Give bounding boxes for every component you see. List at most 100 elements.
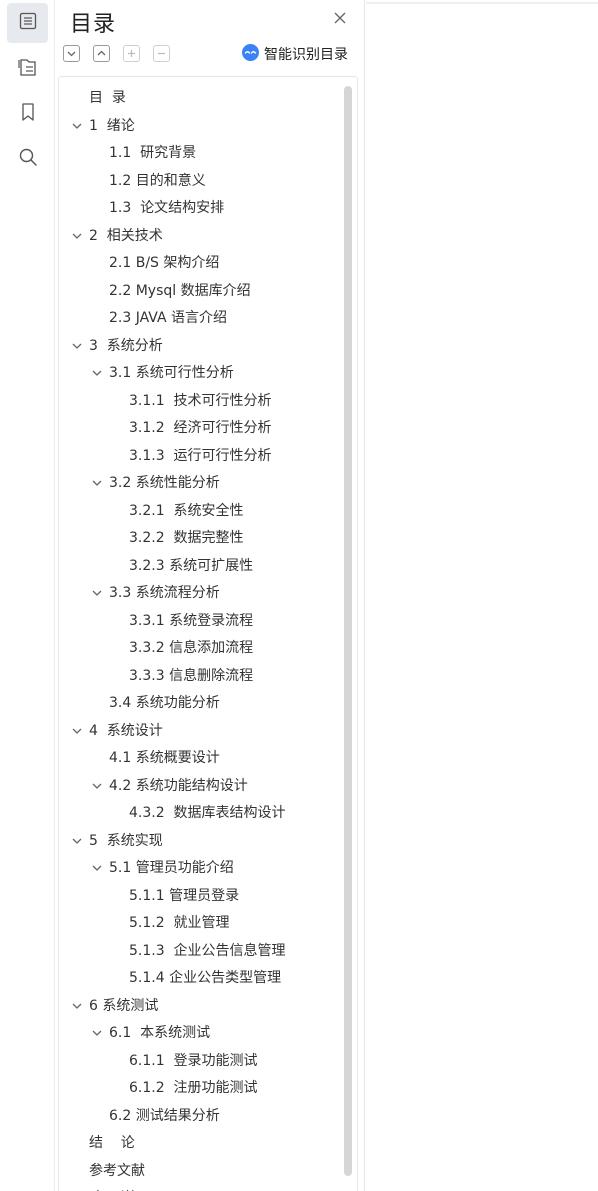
outline-panel: 目录 智能识别目录 目 录 1 绪论 1.1 研究背景 1.2 目的和意义 1.… <box>55 0 365 1191</box>
toc-item-label: 1.3 论文结构安排 <box>109 200 225 216</box>
chevron-down-icon[interactable] <box>91 587 103 599</box>
smart-toc-label: 智能识别目录 <box>264 47 348 63</box>
toc-item[interactable]: 6.1 本系统测试 <box>59 1019 339 1047</box>
bookmark-button[interactable] <box>7 94 48 134</box>
toc-item-label: 6.1.1 登录功能测试 <box>129 1052 258 1069</box>
document-top-edge <box>366 2 598 4</box>
chevron-down-icon[interactable] <box>71 1000 83 1012</box>
toc-item-label: 3.2.3 系统可扩展性 <box>129 557 254 574</box>
thumbnail-button[interactable] <box>7 49 48 89</box>
toc-item-label: 5 系统实现 <box>89 832 163 849</box>
toc-item[interactable]: 4 系统设计 <box>59 717 339 745</box>
toc-item-label: 5.1 管理员功能介绍 <box>109 860 234 876</box>
toc-item[interactable]: 3.1.2 经济可行性分析 <box>59 414 339 442</box>
toc-item[interactable]: 4.2 系统功能结构设计 <box>59 772 339 800</box>
toc-item[interactable]: 3.1.3 运行可行性分析 <box>59 442 339 470</box>
sidebar-rail <box>0 0 55 1191</box>
collapse-all-button[interactable] <box>63 45 80 62</box>
outline-icon <box>18 11 38 35</box>
toc-item-label: 3.3.3 信息删除流程 <box>129 667 254 684</box>
toc-item[interactable]: 3.2.1 系统安全性 <box>59 497 339 525</box>
toc-item-label: 1 绪论 <box>89 117 135 134</box>
toc-item[interactable]: 2 相关技术 <box>59 222 339 250</box>
scrollbar[interactable] <box>344 86 352 1176</box>
chevron-down-icon[interactable] <box>91 862 103 874</box>
chevron-down-icon <box>66 44 77 63</box>
toc-item[interactable]: 致 谢 <box>59 1184 339 1191</box>
toc-item[interactable]: 2.2 Mysql 数据库介绍 <box>59 277 339 305</box>
chevron-down-icon[interactable] <box>91 780 103 792</box>
toc-item-label: 结 论 <box>89 1135 135 1151</box>
toc-item[interactable]: 3.3.2 信息添加流程 <box>59 634 339 662</box>
toc-item[interactable]: 1.1 研究背景 <box>59 139 339 167</box>
toc-item[interactable]: 6.1.1 登录功能测试 <box>59 1047 339 1075</box>
panel-title: 目录 <box>70 12 117 37</box>
toc-item-label: 5.1.2 就业管理 <box>129 915 230 931</box>
chevron-down-icon[interactable] <box>71 230 83 242</box>
toc-item[interactable]: 1.2 目的和意义 <box>59 167 339 195</box>
toc-item[interactable]: 2.3 JAVA 语言介绍 <box>59 304 339 332</box>
toc-item[interactable]: 5.1.4 企业公告类型管理 <box>59 964 339 992</box>
toc-item-label: 5.1.1 管理员登录 <box>129 887 240 904</box>
toc-item-label: 参考文献 <box>89 1162 145 1179</box>
toc-item[interactable]: 3.1.1 技术可行性分析 <box>59 387 339 415</box>
chevron-down-icon[interactable] <box>71 725 83 737</box>
toc-item[interactable]: 4.1 系统概要设计 <box>59 744 339 772</box>
smart-toc-button[interactable]: 智能识别目录 <box>241 43 348 65</box>
remove-entry-button[interactable] <box>153 45 170 62</box>
toc-item-label: 3.3.1 系统登录流程 <box>129 612 254 629</box>
chevron-down-icon[interactable] <box>71 340 83 352</box>
toc-item-label: 2.2 Mysql 数据库介绍 <box>109 282 251 299</box>
add-entry-button[interactable] <box>123 45 140 62</box>
chevron-down-icon[interactable] <box>91 477 103 489</box>
search-icon <box>17 146 39 172</box>
chevron-down-icon[interactable] <box>71 835 83 847</box>
toc-item-label: 3.3.2 信息添加流程 <box>129 640 254 656</box>
toc-item[interactable]: 6.1.2 注册功能测试 <box>59 1074 339 1102</box>
toc-item[interactable]: 2.1 B/S 架构介绍 <box>59 249 339 277</box>
toc-item[interactable]: 4.3.2 数据库表结构设计 <box>59 799 339 827</box>
toc-item-label: 4.1 系统概要设计 <box>109 750 220 766</box>
toc-item[interactable]: 5 系统实现 <box>59 827 339 855</box>
toc-item-label: 2 相关技术 <box>89 227 163 244</box>
toc-item[interactable]: 3.2.2 数据完整性 <box>59 524 339 552</box>
toc-item-label: 3.4 系统功能分析 <box>109 695 220 711</box>
toc-item[interactable]: 1.3 论文结构安排 <box>59 194 339 222</box>
toc-item[interactable]: 5.1 管理员功能介绍 <box>59 854 339 882</box>
close-button[interactable] <box>331 10 349 28</box>
search-button[interactable] <box>7 139 48 179</box>
toc-item[interactable]: 3.3 系统流程分析 <box>59 579 339 607</box>
toc-item-label: 2.1 B/S 架构介绍 <box>109 255 220 271</box>
toc-item-label: 5.1.4 企业公告类型管理 <box>129 970 282 986</box>
toc-item[interactable]: 3.2 系统性能分析 <box>59 469 339 497</box>
toc-item[interactable]: 3.3.1 系统登录流程 <box>59 607 339 635</box>
toc-list: 目 录 1 绪论 1.1 研究背景 1.2 目的和意义 1.3 论文结构安排 2 相关技术… <box>59 84 339 1191</box>
toc-item[interactable]: 3.4 系统功能分析 <box>59 689 339 717</box>
toc-item[interactable]: 3.2.3 系统可扩展性 <box>59 552 339 580</box>
toc-item-label: 4 系统设计 <box>89 722 163 739</box>
expand-all-button[interactable] <box>93 45 110 62</box>
bookmark-icon <box>18 101 38 127</box>
toc-item[interactable]: 5.1.2 就业管理 <box>59 909 339 937</box>
toc-item[interactable]: 5.1.1 管理员登录 <box>59 882 339 910</box>
toc-item[interactable]: 1 绪论 <box>59 112 339 140</box>
toc-item[interactable]: 目 录 <box>59 84 339 112</box>
toc-item[interactable]: 3 系统分析 <box>59 332 339 360</box>
toc-item[interactable]: 3.3.3 信息删除流程 <box>59 662 339 690</box>
toc-item[interactable]: 5.1.3 企业公告信息管理 <box>59 937 339 965</box>
toc-item[interactable]: 3.1 系统可行性分析 <box>59 359 339 387</box>
chevron-down-icon[interactable] <box>91 367 103 379</box>
toc-item-label: 4.2 系统功能结构设计 <box>109 777 248 794</box>
toc-item-label: 6.1 本系统测试 <box>109 1025 211 1041</box>
chevron-down-icon[interactable] <box>91 1027 103 1039</box>
thumbnail-icon <box>17 56 39 82</box>
toc-item[interactable]: 6 系统测试 <box>59 992 339 1020</box>
toc-item-label: 1.1 研究背景 <box>109 145 197 161</box>
toc-item-label: 4.3.2 数据库表结构设计 <box>129 805 286 821</box>
toc-item[interactable]: 参考文献 <box>59 1157 339 1185</box>
toc-item[interactable]: 结 论 <box>59 1129 339 1157</box>
plus-icon <box>126 44 137 63</box>
outline-button[interactable] <box>7 3 48 43</box>
chevron-down-icon[interactable] <box>71 120 83 132</box>
toc-item[interactable]: 6.2 测试结果分析 <box>59 1102 339 1130</box>
